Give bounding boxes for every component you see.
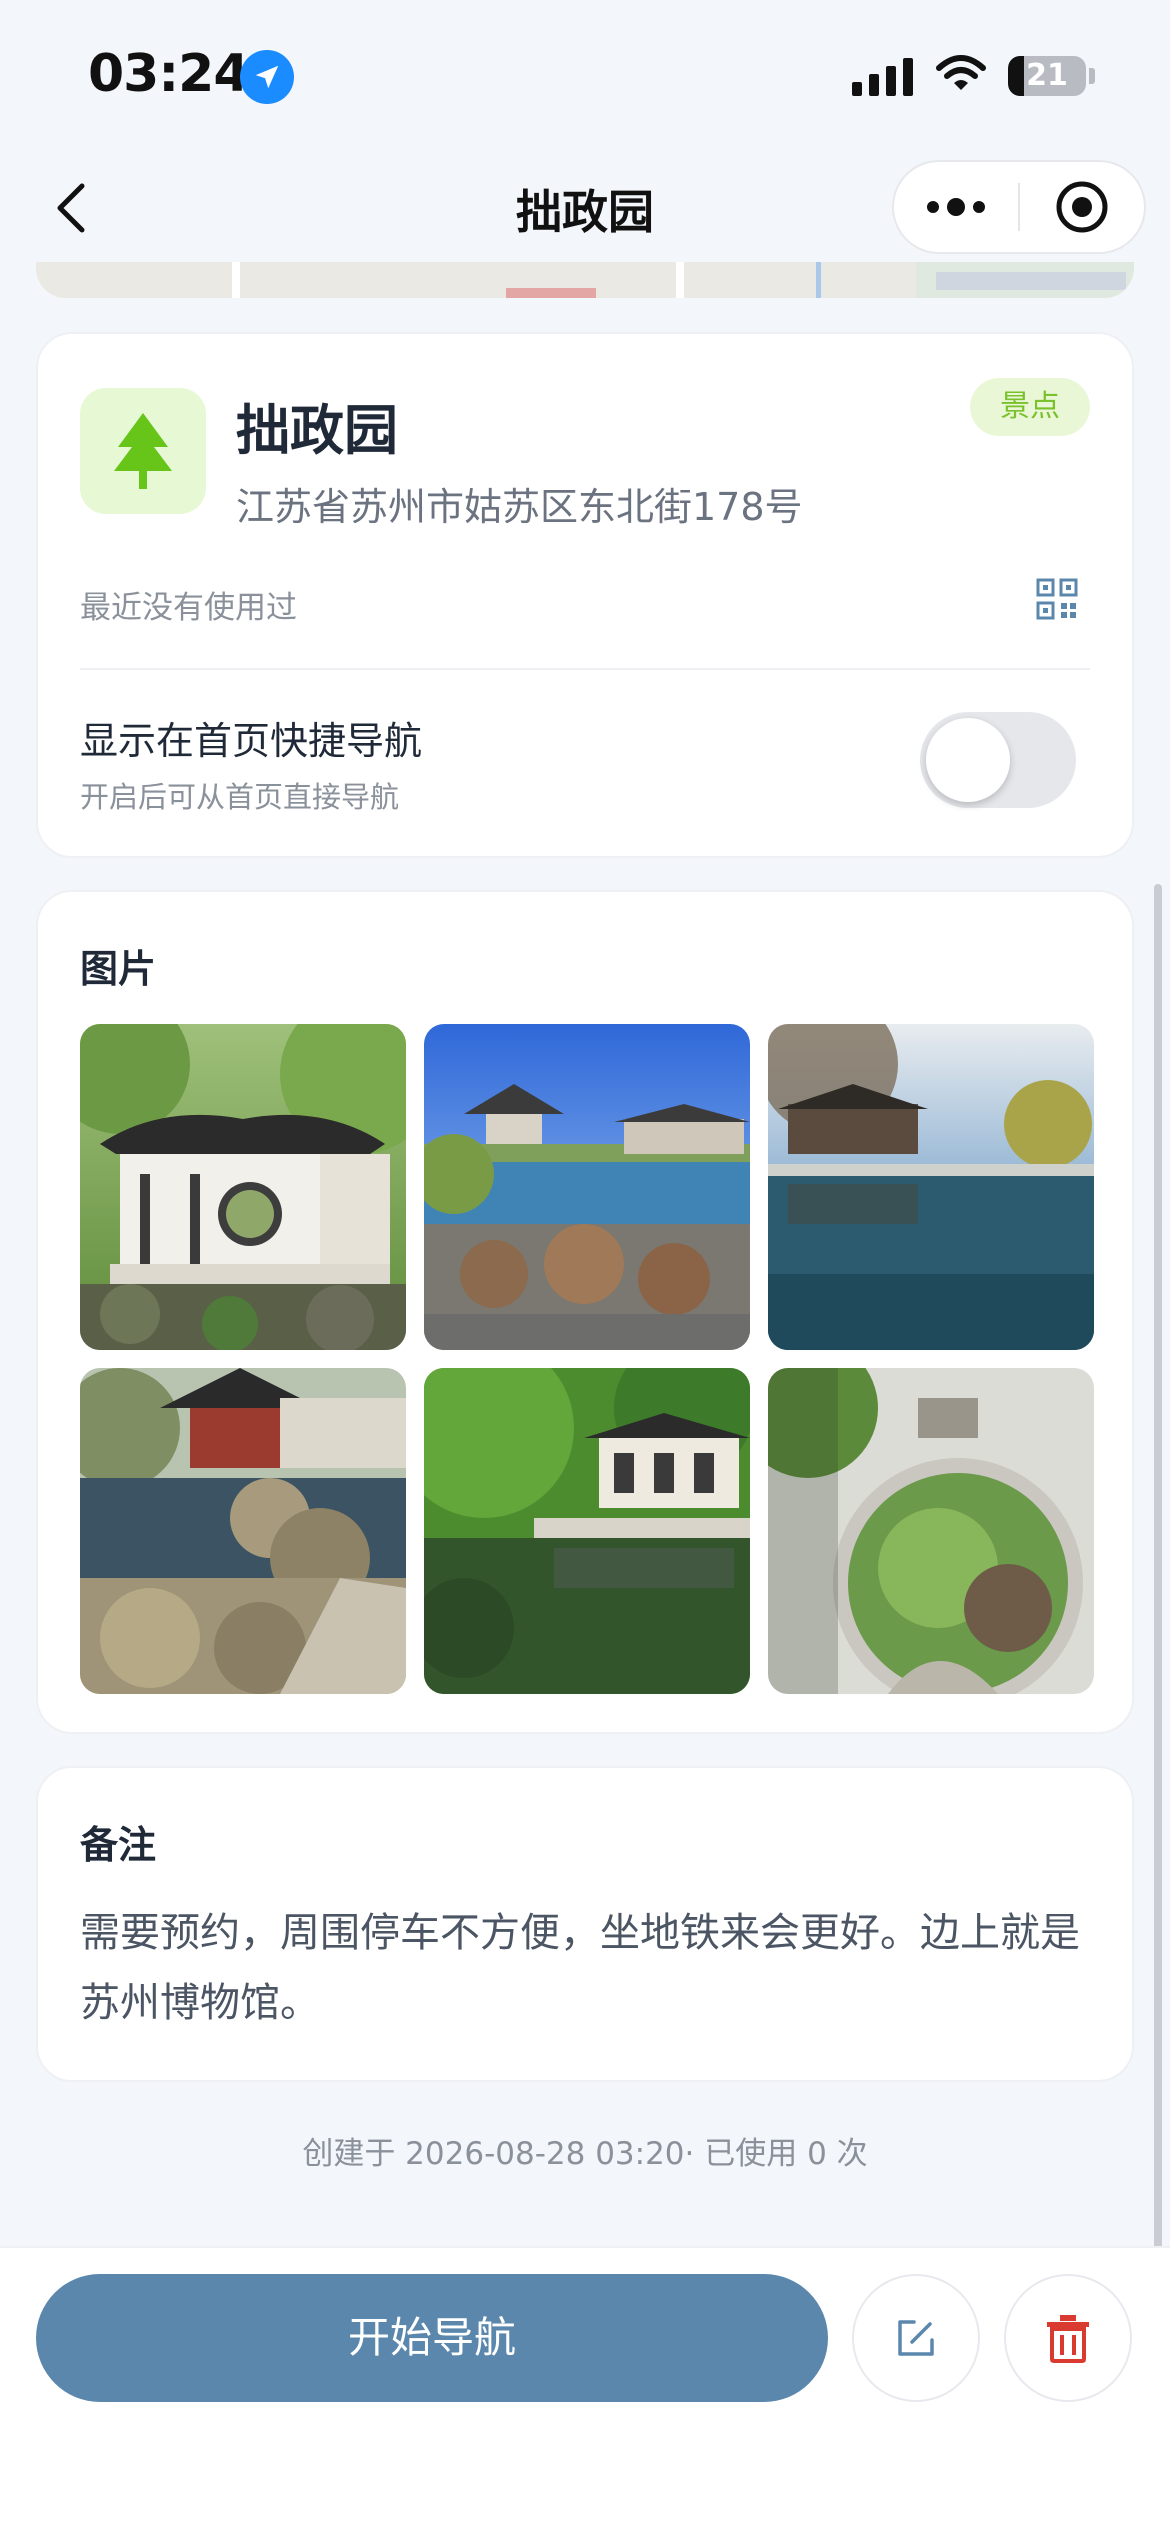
- photo-thumbnail-2[interactable]: [424, 1024, 750, 1350]
- map-preview[interactable]: [36, 262, 1134, 298]
- shortcut-subtitle: 开启后可从首页直接导航: [80, 780, 400, 814]
- photo-thumbnail-5[interactable]: [424, 1368, 750, 1694]
- status-bar: 03:24 21: [0, 0, 1170, 150]
- photo-thumbnail-3[interactable]: [768, 1024, 1094, 1350]
- created-usage-meta: 创建于 2026-08-28 03:20· 已使用 0 次: [302, 2136, 868, 2172]
- close-mini-program-button[interactable]: [1020, 160, 1144, 254]
- battery-level: 21: [1026, 58, 1068, 93]
- target-close-icon: [1056, 181, 1108, 233]
- wifi-icon: [935, 54, 987, 98]
- notes-card: 备注 需要预约，周围停车不方便，坐地铁来会更好。边上就是苏州博物馆。: [36, 1766, 1134, 2082]
- tree-icon: [80, 388, 206, 514]
- cellular-signal-icon: [852, 56, 913, 96]
- battery-icon: 21: [1008, 56, 1086, 96]
- bottom-action-bar: 开始导航: [0, 2246, 1170, 2532]
- location-arrow-icon: [240, 50, 294, 104]
- start-navigation-button[interactable]: 开始导航: [36, 2274, 828, 2402]
- photos-title: 图片: [80, 947, 157, 991]
- homepage-shortcut-toggle[interactable]: [920, 712, 1076, 808]
- delete-button[interactable]: [1004, 2274, 1132, 2402]
- place-detail-screen: 03:24 21 拙政园 拙政园 江苏省苏州市姑苏区东北街178号 景点 最近没…: [0, 0, 1170, 2532]
- last-used-text: 最近没有使用过: [80, 590, 297, 626]
- photo-thumbnail-1[interactable]: [80, 1024, 406, 1350]
- notes-text: 需要预约，周围停车不方便，坐地铁来会更好。边上就是苏州博物馆。: [80, 1910, 1080, 2026]
- status-time: 03:24: [88, 44, 250, 104]
- mini-program-capsule: [892, 160, 1146, 254]
- place-address: 江苏省苏州市姑苏区东北街178号: [236, 485, 803, 529]
- photo-thumbnail-6[interactable]: [768, 1368, 1094, 1694]
- edit-icon: [898, 2320, 934, 2356]
- photo-grid: [80, 1024, 1094, 1694]
- qr-code-button[interactable]: [1036, 578, 1078, 620]
- qr-code-icon: [1036, 578, 1078, 620]
- place-info-card: 拙政园 江苏省苏州市姑苏区东北街178号 景点 最近没有使用过 显示在首页快捷导…: [36, 332, 1134, 858]
- edit-button[interactable]: [852, 2274, 980, 2402]
- notes-title: 备注: [80, 1823, 157, 1867]
- place-name: 拙政园: [236, 399, 398, 462]
- more-button[interactable]: [894, 160, 1018, 254]
- trash-icon: [1047, 2315, 1089, 2363]
- scrollbar[interactable]: [1154, 884, 1162, 2380]
- photo-thumbnail-4[interactable]: [80, 1368, 406, 1694]
- shortcut-title: 显示在首页快捷导航: [80, 719, 423, 763]
- photos-card: 图片: [36, 890, 1134, 1734]
- category-badge: 景点: [970, 378, 1090, 436]
